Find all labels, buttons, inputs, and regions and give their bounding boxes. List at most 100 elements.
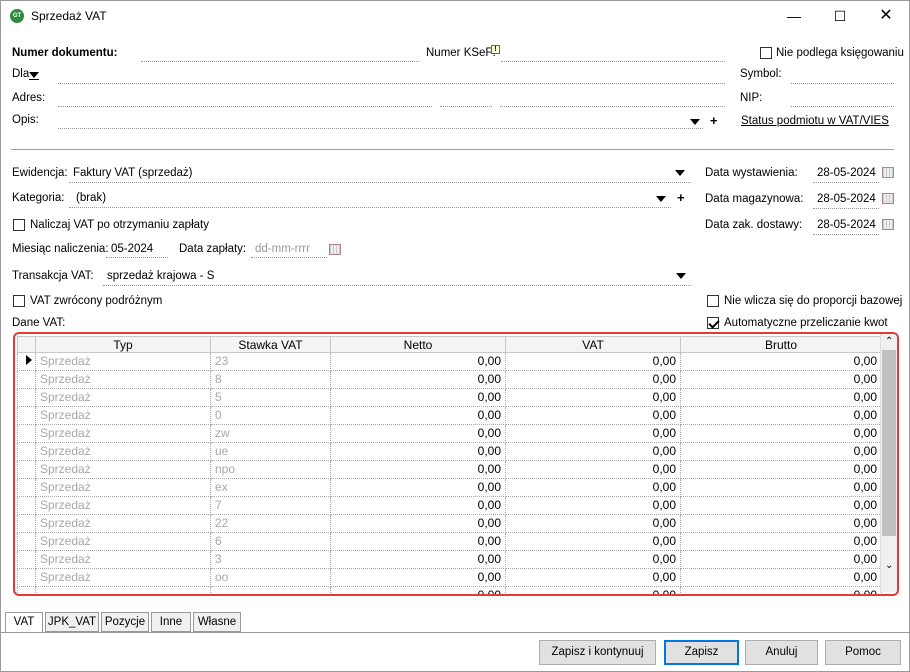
auto-przeliczanie-checkbox[interactable]: [707, 317, 719, 329]
pomoc-button[interactable]: Pomoc: [825, 640, 901, 665]
cell-typ[interactable]: Sprzedaż: [35, 370, 211, 389]
tab-pozycje[interactable]: Pozycje: [101, 612, 149, 632]
cell-netto[interactable]: 0,00: [330, 496, 506, 515]
kategoria-value[interactable]: (brak): [76, 192, 106, 204]
kategoria-chevron-down-icon[interactable]: [656, 196, 666, 202]
cell-stawka[interactable]: 3: [210, 550, 331, 569]
cell-vat[interactable]: 0,00: [505, 550, 681, 569]
table-row[interactable]: Sprzedaż npo 0,00 0,00 0,00: [17, 460, 882, 479]
dla-chevron-down-icon[interactable]: [29, 72, 39, 78]
data-wystawienia-value[interactable]: 28-05-2024: [817, 167, 876, 179]
miesiac-naliczenia-field[interactable]: [106, 257, 168, 258]
cell-netto[interactable]: 0,00: [330, 568, 506, 587]
nip-field[interactable]: [791, 106, 894, 107]
table-row[interactable]: Sprzedaż oo 0,00 0,00 0,00: [17, 568, 882, 587]
cell-stawka[interactable]: ex: [210, 478, 331, 497]
maximize-button[interactable]: ☐: [817, 1, 863, 31]
tab-jpk-vat[interactable]: JPK_VAT: [45, 612, 99, 632]
chevron-up-icon[interactable]: ⌃: [885, 336, 893, 347]
cell-typ[interactable]: Sprzedaż: [35, 442, 211, 461]
tab-wlasne[interactable]: Własne: [193, 612, 241, 632]
cell-netto[interactable]: 0,00: [330, 478, 506, 497]
cell-vat[interactable]: 0,00: [505, 424, 681, 443]
cell-brutto[interactable]: 0,00: [680, 388, 882, 407]
ewidencja-value[interactable]: Faktury VAT (sprzedaż): [73, 167, 193, 179]
cell-vat[interactable]: 0,00: [505, 478, 681, 497]
cell-stawka[interactable]: 6: [210, 532, 331, 551]
table-row[interactable]: Sprzedaż 6 0,00 0,00 0,00: [17, 532, 882, 551]
tab-inne[interactable]: Inne: [151, 612, 191, 632]
cell-typ[interactable]: Sprzedaż: [35, 406, 211, 425]
cell-netto[interactable]: 0,00: [330, 514, 506, 533]
cell-netto[interactable]: 0,00: [330, 370, 506, 389]
cell-typ[interactable]: Sprzedaż: [35, 478, 211, 497]
cell-brutto[interactable]: 0,00: [680, 424, 882, 443]
naliczaj-vat-checkbox[interactable]: [13, 219, 25, 231]
chevron-down-icon[interactable]: ⌄: [885, 560, 893, 571]
cell-vat[interactable]: 0,00: [505, 352, 681, 371]
scrollbar-thumb[interactable]: [882, 350, 896, 536]
anuluj-button[interactable]: Anuluj: [745, 640, 818, 665]
minimize-button[interactable]: —: [771, 1, 817, 31]
cell-brutto[interactable]: 0,00: [680, 550, 882, 569]
nie-podlega-checkbox[interactable]: [760, 47, 772, 59]
cell-brutto[interactable]: 0,00: [680, 442, 882, 461]
transakcja-vat-value[interactable]: sprzedaż krajowa - S: [107, 270, 214, 282]
cell-brutto[interactable]: 0,00: [680, 514, 882, 533]
cell-typ[interactable]: Sprzedaż: [35, 388, 211, 407]
cell-vat[interactable]: 0,00: [505, 496, 681, 515]
cell-stawka[interactable]: 8: [210, 370, 331, 389]
cell-stawka[interactable]: 7: [210, 496, 331, 515]
cell-vat[interactable]: 0,00: [505, 460, 681, 479]
col-header-typ[interactable]: Typ: [35, 336, 211, 353]
kategoria-add-icon[interactable]: +: [677, 190, 685, 205]
vat-zwrocony-checkbox[interactable]: [13, 295, 25, 307]
data-zaplaty-field[interactable]: dd-mm-rrrr: [255, 243, 310, 255]
dla-field[interactable]: [58, 83, 725, 84]
calendar-icon[interactable]: [882, 193, 894, 204]
cell-netto[interactable]: 0,00: [330, 550, 506, 569]
cell-brutto[interactable]: 0,00: [680, 406, 882, 425]
calendar-icon[interactable]: [329, 244, 341, 255]
cell-typ[interactable]: Sprzedaż: [35, 568, 211, 587]
miesiac-naliczenia-value[interactable]: 05-2024: [111, 243, 153, 255]
numer-dokumentu-field[interactable]: [141, 61, 419, 62]
ewidencja-select[interactable]: [69, 182, 691, 183]
transakcja-vat-select[interactable]: [103, 285, 691, 286]
zapisz-i-kontynuuj-button[interactable]: Zapisz i kontynuuj: [539, 640, 656, 665]
cell-netto[interactable]: 0,00: [330, 442, 506, 461]
cell-vat[interactable]: 0,00: [505, 532, 681, 551]
data-dostawy-value[interactable]: 28-05-2024: [817, 219, 876, 231]
data-magazynowa-value[interactable]: 28-05-2024: [817, 193, 876, 205]
table-row[interactable]: Sprzedaż zw 0,00 0,00 0,00: [17, 424, 882, 443]
table-row[interactable]: Sprzedaż 8 0,00 0,00 0,00: [17, 370, 882, 389]
table-row[interactable]: Sprzedaż 7 0,00 0,00 0,00: [17, 496, 882, 515]
cell-vat[interactable]: 0,00: [505, 568, 681, 587]
col-header-netto[interactable]: Netto: [330, 336, 506, 353]
cell-stawka[interactable]: 5: [210, 388, 331, 407]
kod-pocztowy-field[interactable]: [440, 106, 492, 107]
dla-dropdown[interactable]: Dla: [12, 68, 29, 80]
table-row[interactable]: Sprzedaż ue 0,00 0,00 0,00: [17, 442, 882, 461]
cell-netto[interactable]: 0,00: [330, 460, 506, 479]
opis-chevron-down-icon[interactable]: [690, 119, 700, 125]
col-header-stawka[interactable]: Stawka VAT: [210, 336, 331, 353]
calendar-icon[interactable]: [882, 219, 894, 230]
nie-wlicza-checkbox[interactable]: [707, 295, 719, 307]
cell-netto[interactable]: 0,00: [330, 406, 506, 425]
col-header-vat[interactable]: VAT: [505, 336, 681, 353]
cell-stawka[interactable]: 22: [210, 514, 331, 533]
opis-add-icon[interactable]: +: [710, 113, 718, 128]
kategoria-select[interactable]: [69, 207, 671, 208]
table-row[interactable]: Sprzedaż 23 0,00 0,00 0,00: [17, 352, 882, 371]
calendar-icon[interactable]: [882, 167, 894, 178]
numer-ksef-field[interactable]: [501, 61, 725, 62]
tab-vat[interactable]: VAT: [5, 612, 43, 633]
cell-typ[interactable]: Sprzedaż: [35, 532, 211, 551]
miejscowosc-field[interactable]: [500, 106, 725, 107]
cell-vat[interactable]: 0,00: [505, 388, 681, 407]
cell-vat[interactable]: 0,00: [505, 442, 681, 461]
cell-typ[interactable]: Sprzedaż: [35, 514, 211, 533]
cell-brutto[interactable]: 0,00: [680, 478, 882, 497]
cell-brutto[interactable]: 0,00: [680, 352, 882, 371]
